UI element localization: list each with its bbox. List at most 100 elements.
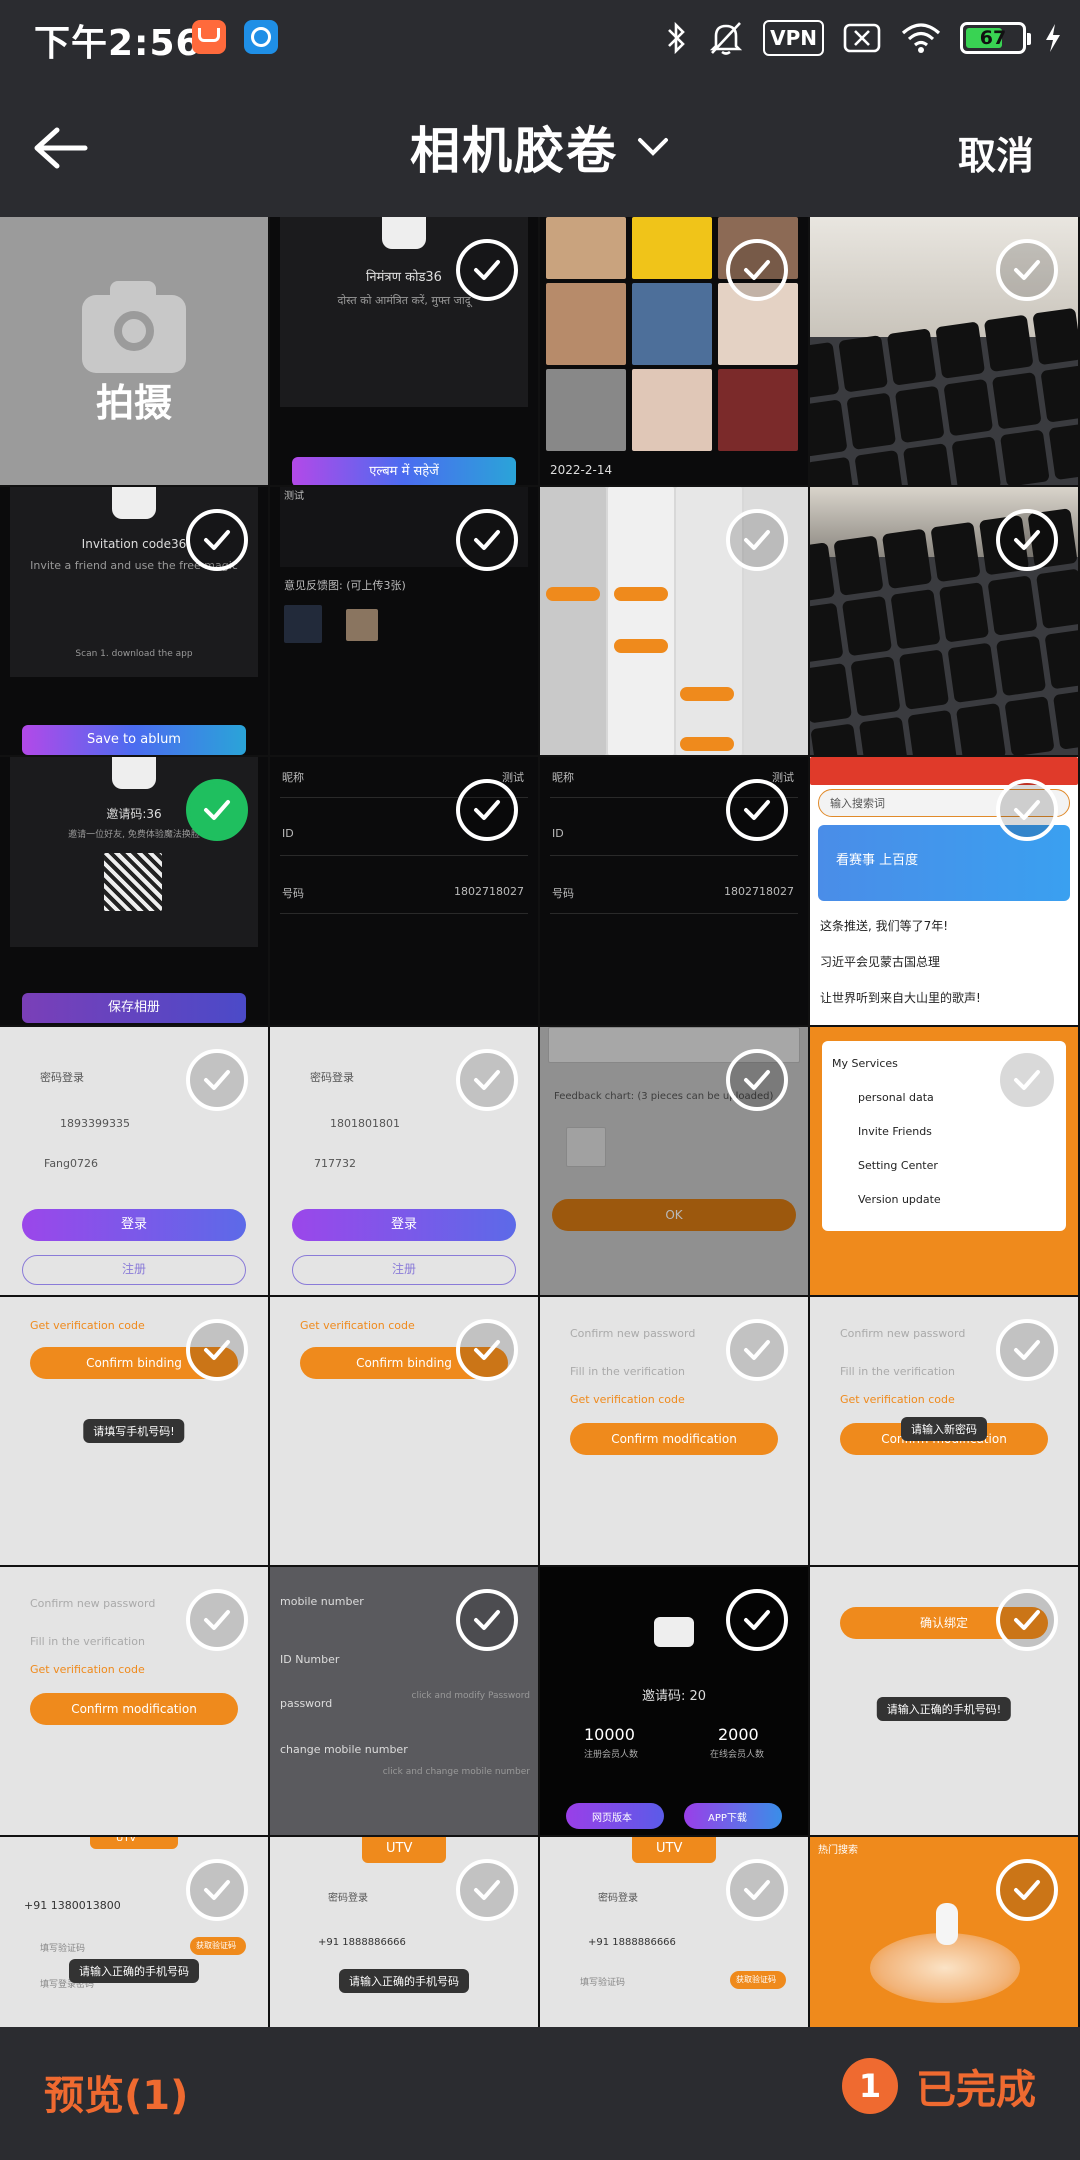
vpn-badge: VPN <box>763 20 824 56</box>
check-icon <box>474 1340 500 1360</box>
camera-icon <box>654 1617 694 1647</box>
photo-thumbnail[interactable]: 2022-2-14 <box>540 217 808 485</box>
done-button[interactable]: 1 已完成 <box>842 2057 1036 2115</box>
check-icon <box>744 800 770 820</box>
check-icon <box>474 1610 500 1630</box>
photo-thumbnail[interactable]: Get verification code Confirm binding 请填… <box>0 1297 268 1565</box>
check-icon <box>1014 800 1040 820</box>
photo-thumbnail[interactable]: 密码登录 1893399335 Fang0726 登录 注册 <box>0 1027 268 1295</box>
status-bar: 下午2:56 VPN 67 <box>0 0 1080 75</box>
check-icon <box>744 530 770 550</box>
select-checkbox[interactable] <box>186 1319 248 1381</box>
picker-header: 相机胶卷 取消 <box>0 75 1080 217</box>
charging-icon <box>1044 20 1062 56</box>
photo-thumbnail[interactable]: mobile number ID Number password click a… <box>270 1567 538 1835</box>
select-checkbox[interactable] <box>726 1319 788 1381</box>
select-checkbox[interactable] <box>726 1049 788 1111</box>
photo-thumbnail[interactable]: Feedback chart: (3 pieces can be uploade… <box>540 1027 808 1295</box>
selected-count-badge: 1 <box>842 2058 898 2114</box>
check-icon <box>744 1070 770 1090</box>
select-checkbox[interactable] <box>996 1589 1058 1651</box>
photo-thumbnail[interactable]: निमंत्रण कोड36 दोस्त को आमंत्रित करें, म… <box>270 217 538 485</box>
check-icon <box>1014 1070 1040 1090</box>
battery-level: 67 <box>979 27 1007 49</box>
photo-thumbnail[interactable]: 输入搜索词 看赛事 上百度 这条推送, 我们等了7年! 习近平会见蒙古国总理 让… <box>810 757 1078 1025</box>
check-icon <box>744 1610 770 1630</box>
photo-thumbnail[interactable]: UTV 密码登录 +91 1888886666 请输入正确的手机号码 <box>270 1837 538 2027</box>
photo-thumbnail[interactable] <box>810 217 1078 485</box>
select-checkbox[interactable] <box>996 1859 1058 1921</box>
select-checkbox[interactable] <box>996 1319 1058 1381</box>
select-checkbox[interactable] <box>456 1319 518 1381</box>
photo-thumbnail[interactable]: Confirm new password Fill in the verific… <box>540 1297 808 1565</box>
select-checkbox[interactable] <box>456 1859 518 1921</box>
check-icon <box>204 530 230 550</box>
done-label: 已完成 <box>916 2067 1036 2113</box>
check-icon <box>474 1070 500 1090</box>
photo-thumbnail[interactable]: 昵称 测试 ID 号码 1802718027 <box>540 757 808 1025</box>
select-checkbox[interactable] <box>726 1589 788 1651</box>
select-checkbox[interactable] <box>726 779 788 841</box>
select-checkbox[interactable] <box>456 779 518 841</box>
select-checkbox[interactable] <box>186 1589 248 1651</box>
photo-thumbnail[interactable]: 昵称 测试 ID 号码 1802718027 <box>270 757 538 1025</box>
check-icon <box>744 1340 770 1360</box>
photo-thumbnail[interactable]: UTV 密码登录 +91 1888886666 填写验证码 获取验证码 <box>540 1837 808 2027</box>
take-photo-tile[interactable]: 拍摄 <box>0 217 268 485</box>
photo-thumbnail[interactable]: 测试 意见反馈图: (可上传3张) <box>270 487 538 755</box>
notification-app-icon <box>244 20 278 54</box>
photo-thumbnail[interactable]: 确认绑定 请输入正确的手机号码! <box>810 1567 1078 1835</box>
select-checkbox[interactable] <box>996 509 1058 571</box>
photo-thumbnail-selected[interactable]: 邀请码:36 邀请一位好友, 免费体验魔法换脸 保存相册 <box>0 757 268 1025</box>
check-icon <box>474 530 500 550</box>
check-icon <box>204 1340 230 1360</box>
check-icon <box>1014 1340 1040 1360</box>
cancel-button[interactable]: 取消 <box>958 125 1034 180</box>
select-checkbox[interactable] <box>996 779 1058 841</box>
select-checkbox[interactable] <box>726 509 788 571</box>
select-checkbox[interactable] <box>456 1589 518 1651</box>
qr-code <box>104 853 162 911</box>
check-icon <box>204 1610 230 1630</box>
photo-thumbnail[interactable]: Get verification code Confirm binding <box>270 1297 538 1565</box>
photo-thumbnail[interactable]: 热门搜索 <box>810 1837 1078 2027</box>
check-icon <box>1014 1880 1040 1900</box>
select-checkbox[interactable] <box>186 509 248 571</box>
camera-icon <box>82 281 186 373</box>
check-icon <box>744 260 770 280</box>
check-icon <box>1014 1610 1040 1630</box>
select-checkbox[interactable] <box>726 1859 788 1921</box>
photo-thumbnail[interactable]: Invitation code36 Invite a friend and us… <box>0 487 268 755</box>
select-checkbox[interactable] <box>186 1859 248 1921</box>
photo-thumbnail[interactable]: Confirm new password Fill in the verific… <box>0 1567 268 1835</box>
mute-bell-icon <box>707 20 745 56</box>
bluetooth-icon <box>665 20 689 56</box>
album-selector[interactable]: 相机胶卷 <box>0 111 1080 183</box>
photo-thumbnail[interactable]: 密码登录 1801801801 717732 登录 注册 <box>270 1027 538 1295</box>
status-time: 下午2:56 <box>34 23 202 64</box>
select-checkbox[interactable] <box>186 1049 248 1111</box>
photo-thumbnail[interactable]: My Services personal data Invite Friends… <box>810 1027 1078 1295</box>
select-checkbox[interactable] <box>456 1049 518 1111</box>
photo-thumbnail[interactable] <box>540 487 808 755</box>
photo-thumbnail[interactable]: 邀请码: 20 10000 注册会员人数 2000 在线会员人数 网页版本 AP… <box>540 1567 808 1835</box>
no-sim-icon <box>842 20 882 56</box>
photo-thumbnail[interactable]: Confirm new password Fill in the verific… <box>810 1297 1078 1565</box>
check-icon <box>474 260 500 280</box>
check-icon <box>744 1880 770 1900</box>
check-icon <box>1014 530 1040 550</box>
select-checkbox[interactable] <box>726 239 788 301</box>
battery-indicator: 67 <box>960 20 1031 56</box>
take-photo-label: 拍摄 <box>95 381 172 425</box>
preview-button[interactable]: 预览(1) <box>44 2063 188 2121</box>
select-checkbox[interactable] <box>456 509 518 571</box>
photo-thumbnail[interactable]: UTV +91 1380013800 填写验证码 获取验证码 填写登录密码 请输… <box>0 1837 268 2027</box>
check-icon <box>204 800 230 820</box>
select-checkbox-checked[interactable] <box>186 779 248 841</box>
chevron-down-icon <box>638 138 668 156</box>
photo-thumbnail[interactable] <box>810 487 1078 755</box>
select-checkbox[interactable] <box>456 239 518 301</box>
select-checkbox[interactable] <box>996 1049 1058 1111</box>
check-icon <box>1014 260 1040 280</box>
select-checkbox[interactable] <box>996 239 1058 301</box>
